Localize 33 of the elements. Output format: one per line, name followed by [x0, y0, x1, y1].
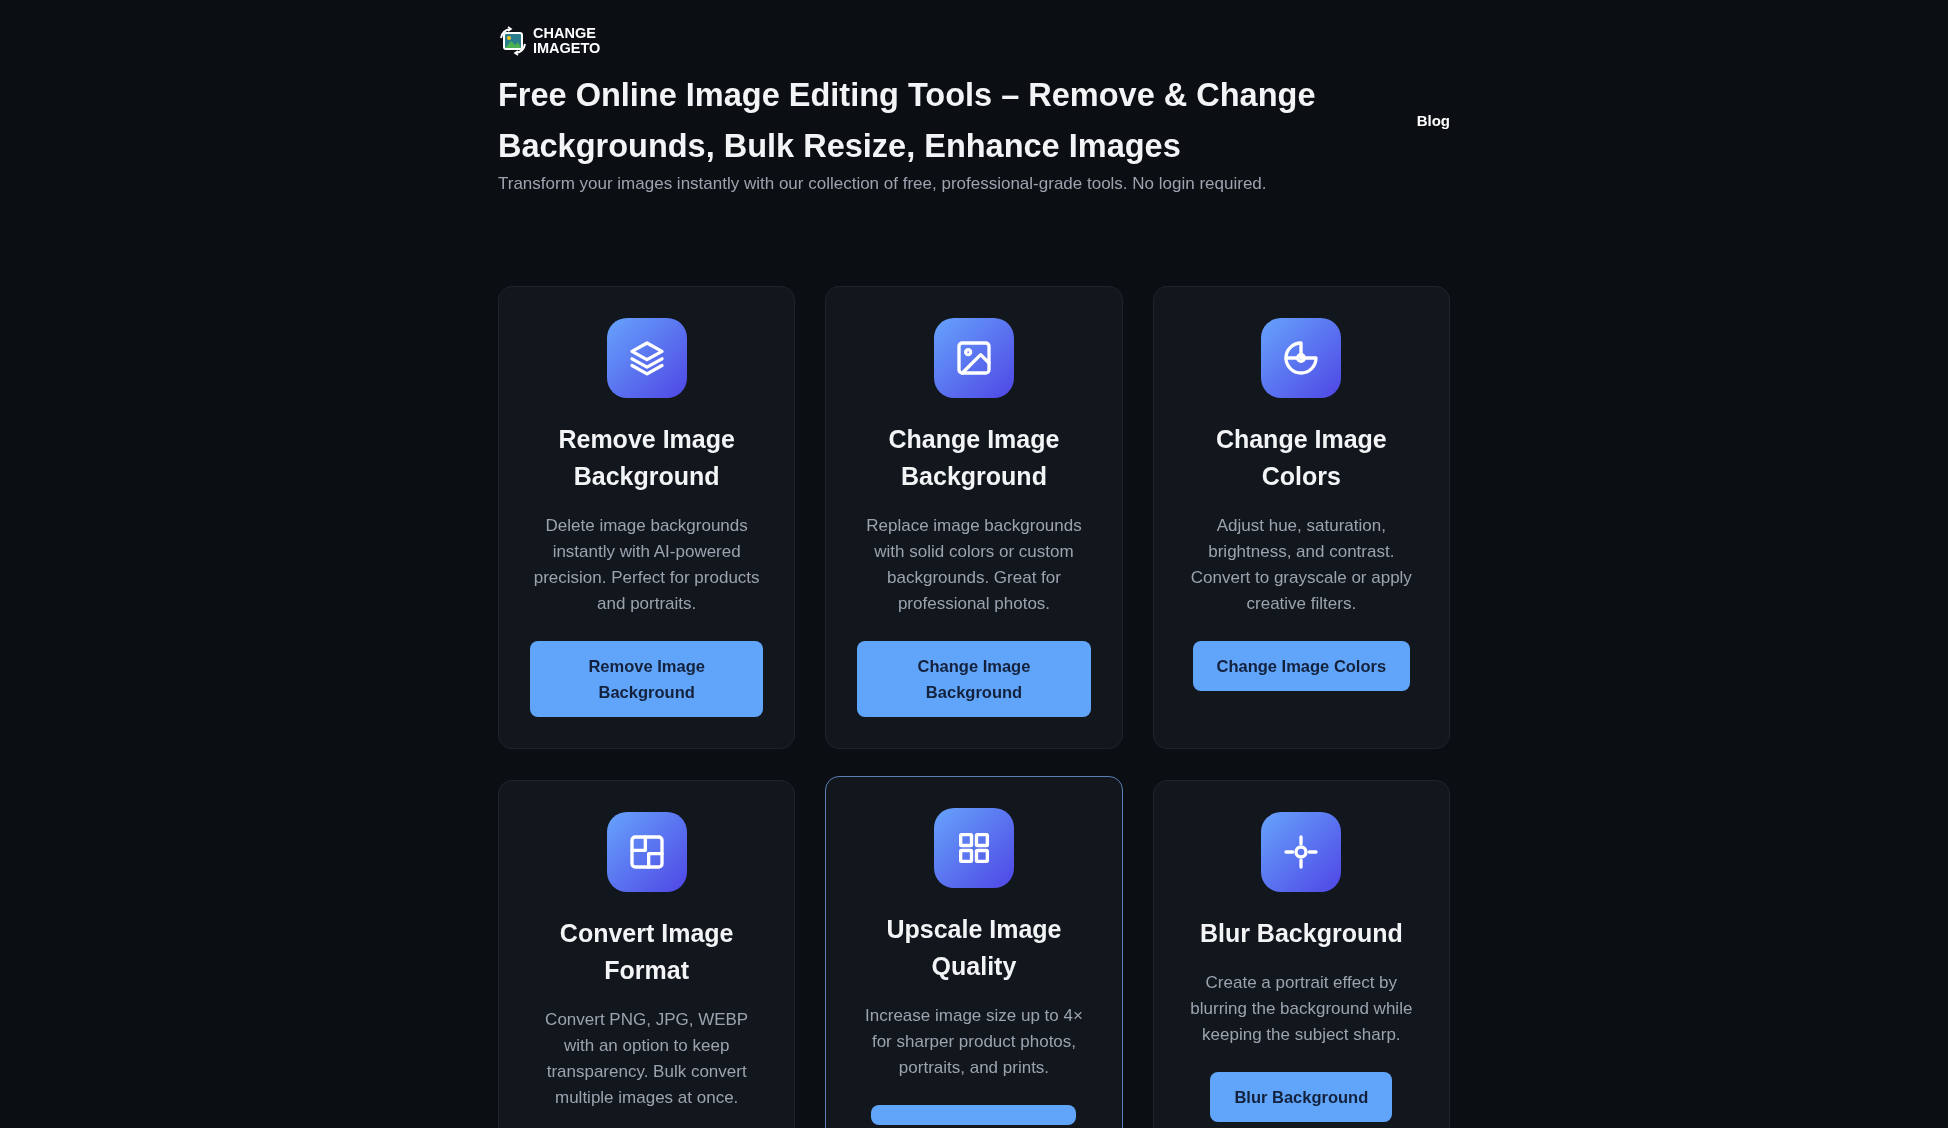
grid-icon [934, 808, 1014, 888]
card-description: Increase image size up to 4× for sharper product photos, portraits, and prints. [864, 1005, 1084, 1079]
page-title: Free Online Image Editing Tools – Remove & Change Backgrounds, Bulk Resize, Enhance Images [498, 76, 1317, 166]
picture-frame-logo-icon[interactable] [498, 26, 528, 56]
tool-card[interactable]: Change Image Colors Adjust hue, saturation, brightness, and contrast. Convert to grayscale or apply creative filters. Change Image Colors [1152, 286, 1450, 749]
tool-card[interactable]: Change Image Background Replace image backgrounds with solid colors or custom backgrounds. Great for professional photos. Change Image Background [825, 286, 1123, 749]
tool-card[interactable]: Remove Image Background Delete image backgrounds instantly with AI-powered precision. Perfect for products and portraits. Remove Image Background [498, 286, 796, 749]
card-title: Convert Image Format [558, 918, 735, 986]
tool-button[interactable]: Change Image Colors [1192, 641, 1411, 691]
tool-card[interactable]: Convert Image Format Convert PNG, JPG, WEBP with an option to keep transparency. Bulk convert multiple images at once. [498, 780, 796, 1128]
crosshair-icon [1261, 812, 1342, 892]
card-description: Replace image backgrounds with solid colors or custom backgrounds. Great for professional photos. [865, 515, 1083, 615]
card-description: Adjust hue, saturation, brightness, and contrast. Convert to grayscale or apply creative filters. [1189, 515, 1413, 615]
card-title: Change Image Colors [1214, 424, 1388, 492]
page-subtitle: Transform your images instantly with our collection of free, professional-grade tools. No login required. [498, 173, 1268, 195]
card-description: Delete image backgrounds instantly with AI-powered precision. Perfect for products and portraits. [532, 515, 761, 615]
card-title: Blur Background [1199, 918, 1403, 949]
card-title: Remove Image Background [557, 424, 736, 492]
tool-button[interactable]: Blur Background [1210, 1072, 1393, 1122]
pie-chart-icon [1261, 318, 1342, 398]
card-description: Create a portrait effect by blurring the background while keeping the subject sharp. [1189, 972, 1414, 1046]
logo-text[interactable]: CHANGE IMAGETO [533, 26, 601, 56]
tool-card[interactable]: Upscale Image Quality Increase image size up to 4× for sharper product photos, portraits, and prints. [825, 776, 1123, 1128]
tool-button[interactable]: Change Image Background [857, 641, 1091, 717]
layers-icon [606, 318, 687, 398]
card-title: Upscale Image Quality [885, 914, 1063, 982]
nav-link[interactable]: Blog [1416, 112, 1450, 129]
image-icon [934, 318, 1014, 398]
layout-icon [606, 812, 687, 892]
card-description: Convert PNG, JPG, WEBP with an option to keep transparency. Bulk convert multiple images at once. [544, 1009, 750, 1109]
tool-button[interactable]: Remove Image Background [530, 641, 764, 717]
tool-card[interactable]: Blur Background Create a portrait effect by blurring the background while keeping the subject sharp. Blur Background [1152, 780, 1450, 1128]
card-title: Change Image Background [887, 424, 1061, 492]
